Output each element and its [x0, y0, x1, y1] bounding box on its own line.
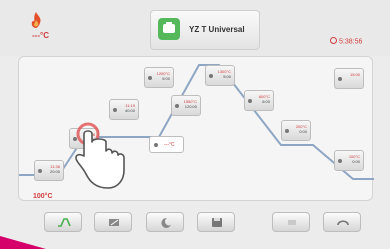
- save-button[interactable]: [197, 212, 235, 232]
- return-arrow-icon: [337, 220, 349, 226]
- program-selector[interactable]: YZ T Universal: [150, 10, 260, 50]
- edit-button[interactable]: [94, 212, 132, 232]
- segment-card-3[interactable]: 11:19 40:00: [109, 99, 139, 120]
- segment-card-6[interactable]: 1300°C 5:00: [205, 65, 235, 86]
- info-icon: [288, 220, 296, 225]
- bullet-icon: [154, 143, 158, 147]
- edit-icon: [109, 219, 119, 226]
- back-button[interactable]: [323, 212, 361, 232]
- program-start-button[interactable]: [44, 212, 82, 232]
- active-segment-label: ---°C: [164, 142, 175, 148]
- moon-icon: [161, 217, 171, 228]
- header: ---°C YZ T Universal 5:38:56: [0, 0, 390, 56]
- furnace-program-screen: ---°C YZ T Universal 5:38:56 11:36 20:00: [0, 0, 390, 249]
- clock-icon: [330, 37, 337, 44]
- clock-readout: 5:38:56: [330, 37, 363, 46]
- flame-icon: [31, 12, 41, 28]
- night-mode-button[interactable]: [146, 212, 184, 232]
- segment-card-9[interactable]: 100°C 0:00: [334, 150, 364, 171]
- start-temperature-label: 100°C: [33, 193, 53, 200]
- save-icon: [212, 218, 222, 227]
- segment-card-5[interactable]: 1550°C 120:00: [171, 95, 201, 116]
- segment-card-4[interactable]: 1200°C 5:00: [144, 67, 174, 88]
- touch-hand-icon: [75, 122, 125, 189]
- segment-card-10[interactable]: 15:00: [334, 68, 364, 89]
- active-segment-card[interactable]: ---°C: [149, 136, 184, 153]
- clock-value: 5:38:56: [339, 38, 363, 46]
- program-icon: [158, 18, 180, 40]
- program-curve-icon: [58, 218, 71, 227]
- segment-card-8[interactable]: 200°C 0:00: [281, 120, 311, 141]
- segment-card-1[interactable]: 11:36 20:00: [34, 160, 64, 181]
- temperature-readout: ---°C: [32, 31, 49, 40]
- corner-accent: [0, 236, 46, 249]
- program-title: YZ T Universal: [189, 25, 245, 34]
- segment-card-7[interactable]: 600°C 6:00: [244, 90, 274, 111]
- footer-toolbar: [0, 204, 390, 249]
- disabled-button[interactable]: [272, 212, 310, 232]
